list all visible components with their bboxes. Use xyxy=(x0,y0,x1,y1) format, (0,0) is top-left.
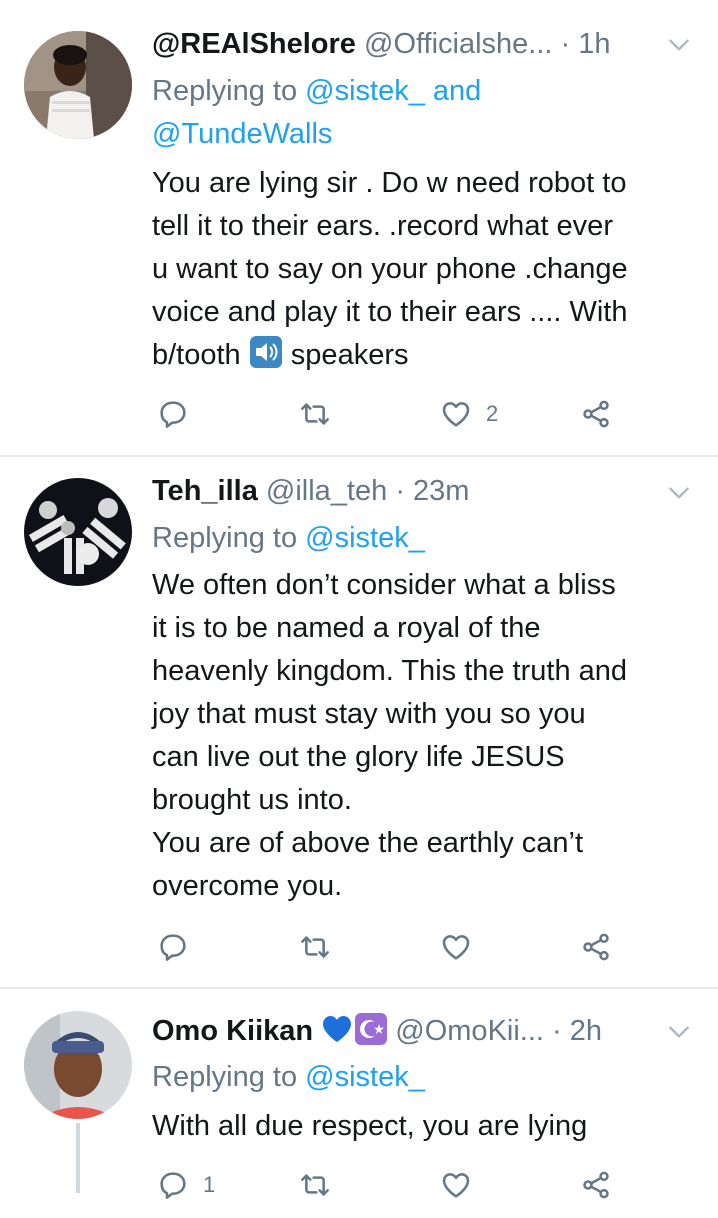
reply-icon xyxy=(157,931,189,963)
thread-line xyxy=(76,1123,80,1193)
share-button[interactable] xyxy=(580,1165,612,1205)
replying-to: Replying to @sistek_ xyxy=(152,517,698,560)
tweet[interactable]: Teh_illa @illa_teh · 23m Replying to @si… xyxy=(0,457,718,987)
avatar[interactable] xyxy=(24,1011,132,1119)
blue-heart-emoji-icon xyxy=(321,1014,353,1044)
separator-dot: · xyxy=(395,475,405,507)
like-icon xyxy=(440,931,472,963)
like-button[interactable]: 2 xyxy=(440,394,498,434)
mention-link[interactable]: @sistek_ xyxy=(305,1061,425,1093)
timestamp[interactable]: 2h xyxy=(570,1015,602,1047)
replying-to-label: Replying to xyxy=(152,75,306,107)
tweet[interactable]: @REAlShelore @Officialshe... · 1h Replyi… xyxy=(0,0,718,455)
action-bar: 1 xyxy=(152,1165,632,1205)
display-name[interactable]: @REAlShelore xyxy=(152,28,356,60)
separator-dot: · xyxy=(560,28,571,60)
reply-button[interactable] xyxy=(157,927,203,967)
tweet-header: Omo Kiikan @OmoKii... · 2h xyxy=(152,1011,658,1051)
separator-dot: · xyxy=(552,1015,562,1047)
chevron-down-icon[interactable] xyxy=(666,32,692,58)
retweet-icon xyxy=(299,1169,331,1201)
replying-to: Replying to @sistek_ xyxy=(152,1056,698,1099)
retweet-icon xyxy=(299,931,331,963)
reply-button[interactable]: 1 xyxy=(157,1165,215,1205)
retweet-button[interactable] xyxy=(299,1165,345,1205)
retweet-button[interactable] xyxy=(299,394,345,434)
replying-to-label: Replying to xyxy=(152,522,306,554)
tweet-text-part: speakers xyxy=(282,339,409,371)
tweet-header: Teh_illa @illa_teh · 23m xyxy=(152,471,658,511)
reply-icon xyxy=(157,398,189,430)
mention-link[interactable]: @sistek_ xyxy=(305,522,425,554)
username[interactable]: @Officialshe... xyxy=(364,28,552,60)
like-button[interactable] xyxy=(440,927,486,967)
share-button[interactable] xyxy=(580,927,612,967)
reply-icon xyxy=(157,1169,189,1201)
retweet-button[interactable] xyxy=(299,927,345,967)
replying-to: Replying to @sistek_ and @TundeWalls xyxy=(152,70,698,156)
share-icon xyxy=(580,1169,612,1201)
timestamp[interactable]: 23m xyxy=(413,475,469,507)
username[interactable]: @OmoKii... xyxy=(395,1015,544,1047)
share-button[interactable] xyxy=(580,394,612,434)
like-count: 2 xyxy=(486,401,499,426)
display-name[interactable]: Omo Kiikan xyxy=(152,1015,313,1047)
mention-link[interactable]: @sistek_ and xyxy=(305,75,481,107)
chevron-down-icon[interactable] xyxy=(666,480,692,506)
share-icon xyxy=(580,398,612,430)
action-bar xyxy=(152,927,632,967)
tweet[interactable]: Omo Kiikan @OmoKii... · 2h Replying to @… xyxy=(0,989,718,1218)
mention-link[interactable]: @TundeWalls xyxy=(152,118,332,150)
avatar[interactable] xyxy=(24,478,132,586)
share-icon xyxy=(580,931,612,963)
tweet-text: You are lying sir . Do w need robot to t… xyxy=(152,162,700,377)
speaker-emoji-icon xyxy=(249,335,283,369)
tweet-text: With all due respect, you are lying xyxy=(152,1110,588,1142)
like-button[interactable] xyxy=(440,1165,486,1205)
avatar[interactable] xyxy=(24,31,132,139)
replying-to-label: Replying to xyxy=(152,1061,306,1093)
reply-button[interactable] xyxy=(157,394,203,434)
retweet-icon xyxy=(299,398,331,430)
tweet-text: We often don’t consider what a bliss it … xyxy=(152,569,628,902)
action-bar: 2 xyxy=(152,394,632,434)
star-crescent-emoji-icon xyxy=(355,1013,388,1045)
like-icon xyxy=(440,398,472,430)
reply-count: 1 xyxy=(203,1172,216,1197)
chevron-down-icon[interactable] xyxy=(666,1019,692,1045)
display-name[interactable]: Teh_illa xyxy=(152,475,258,507)
timestamp[interactable]: 1h xyxy=(578,28,610,60)
tweet-header: @REAlShelore @Officialshe... · 1h xyxy=(152,24,658,64)
username[interactable]: @illa_teh xyxy=(266,475,387,507)
like-icon xyxy=(440,1169,472,1201)
